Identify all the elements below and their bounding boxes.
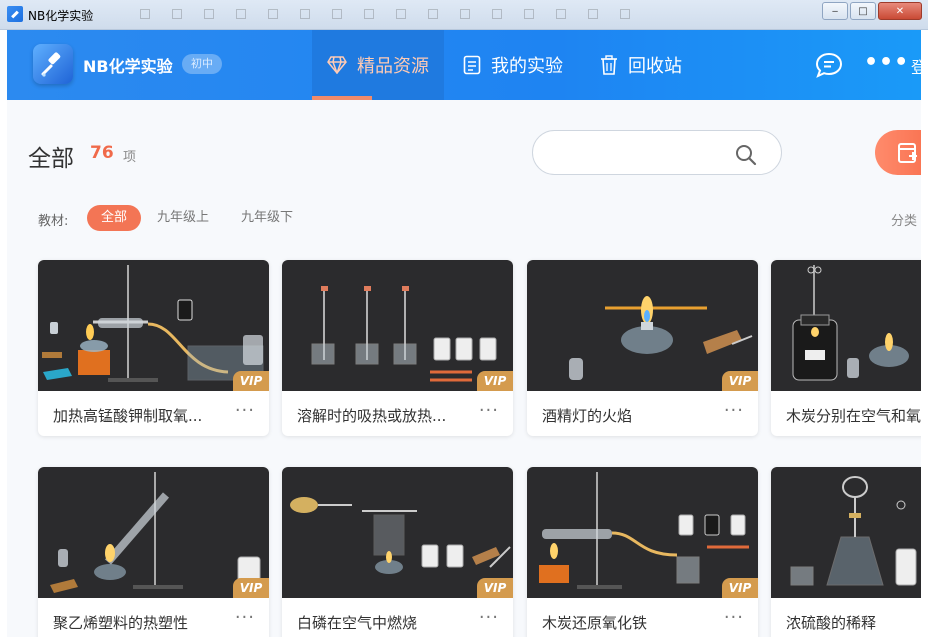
card-title: 酒精灯的火焰 (542, 407, 633, 425)
card-title: 木炭分别在空气和氧 (786, 407, 921, 425)
vip-badge: VIP (233, 578, 269, 598)
experiment-thumbnail: VIP (282, 260, 513, 391)
experiment-thumbnail: VIP (527, 260, 758, 391)
vip-badge: VIP (722, 578, 758, 598)
login-button[interactable]: 登 (911, 54, 921, 78)
tab-recycle-bin[interactable]: 回收站 (600, 30, 682, 100)
vip-badge: VIP (233, 371, 269, 391)
card-title: 溶解时的吸热或放热... (297, 407, 447, 425)
app-header: NB化学实验 初中 精品资源 我的实验 回收站 ••• 登 (7, 30, 921, 100)
create-experiment-button[interactable] (875, 130, 921, 175)
maximize-button[interactable]: □ (850, 2, 876, 20)
card-title: 白磷在空气中燃烧 (297, 614, 418, 632)
filter-chip-grade9-second[interactable]: 九年级下 (227, 205, 307, 231)
vip-badge: VIP (477, 371, 513, 391)
tab-my-experiments[interactable]: 我的实验 (463, 30, 563, 100)
app-logo (33, 44, 73, 84)
app-icon (7, 6, 23, 22)
experiment-card[interactable]: VIP 溶解时的吸热或放热... ··· (282, 260, 513, 436)
item-count: 76 (90, 143, 114, 163)
brand-name: NB化学实验 (83, 57, 173, 76)
app-window: NB化学实验 初中 精品资源 我的实验 回收站 ••• 登 全部 76 项 教材… (7, 30, 921, 637)
card-title: 木炭还原氧化铁 (542, 614, 648, 632)
new-document-icon (898, 143, 917, 163)
tab-label: 我的实验 (491, 56, 563, 77)
message-icon[interactable] (815, 52, 843, 82)
window-titlebar: NB化学实验 ‒ □ ✕ (0, 0, 928, 30)
dropper-icon (41, 52, 61, 77)
filter-chip-all[interactable]: 全部 (87, 205, 142, 231)
search-icon[interactable] (735, 144, 757, 170)
trash-icon (600, 55, 618, 75)
experiment-card[interactable]: 木炭分别在空气和氧 (771, 260, 921, 436)
experiment-card[interactable]: 浓硫酸的稀释 (771, 467, 921, 637)
card-more-icon[interactable]: ··· (724, 607, 744, 628)
search-input[interactable] (551, 141, 731, 165)
card-title: 浓硫酸的稀释 (786, 614, 877, 632)
experiment-thumbnail: VIP (38, 467, 269, 598)
more-menu-icon[interactable]: ••• (864, 50, 909, 75)
vip-badge: VIP (722, 371, 758, 391)
document-icon (463, 55, 481, 75)
card-more-icon[interactable]: ··· (724, 400, 744, 421)
card-more-icon[interactable]: ··· (235, 607, 255, 628)
textbook-filter-label: 教材: (38, 214, 69, 229)
category-filter[interactable]: 分类 (891, 210, 917, 229)
card-more-icon[interactable]: ··· (479, 607, 499, 628)
tab-label: 精品资源 (357, 56, 429, 77)
filter-chip-grade9-first[interactable]: 九年级上 (143, 205, 223, 231)
window-title: NB化学实验 (28, 9, 94, 23)
experiment-thumbnail: VIP (527, 467, 758, 598)
card-more-icon[interactable]: ··· (479, 400, 499, 421)
experiment-thumbnail: VIP (38, 260, 269, 391)
level-badge[interactable]: 初中 (182, 54, 222, 74)
experiment-card[interactable]: VIP 聚乙烯塑料的热塑性 ··· (38, 467, 269, 637)
tab-label: 回收站 (628, 56, 682, 77)
background-toolbar-ghost (140, 4, 800, 24)
experiment-thumbnail: VIP (282, 467, 513, 598)
item-count-unit: 项 (123, 150, 137, 165)
experiment-card[interactable]: VIP 木炭还原氧化铁 ··· (527, 467, 758, 637)
search-box[interactable] (532, 130, 782, 175)
experiment-thumbnail (771, 467, 921, 598)
experiment-thumbnail (771, 260, 921, 391)
experiment-card[interactable]: VIP 加热高锰酸钾制取氧... ··· (38, 260, 269, 436)
experiment-card[interactable]: VIP 白磷在空气中燃烧 ··· (282, 467, 513, 637)
page-title: 全部 (28, 146, 74, 172)
card-more-icon[interactable]: ··· (235, 400, 255, 421)
tab-premium-resources[interactable]: 精品资源 (312, 30, 444, 100)
experiment-card[interactable]: VIP 酒精灯的火焰 ··· (527, 260, 758, 436)
diamond-icon (327, 56, 347, 74)
card-title: 聚乙烯塑料的热塑性 (53, 614, 189, 632)
minimize-button[interactable]: ‒ (822, 2, 848, 20)
card-title: 加热高锰酸钾制取氧... (53, 407, 203, 425)
close-button[interactable]: ✕ (878, 2, 922, 20)
vip-badge: VIP (477, 578, 513, 598)
